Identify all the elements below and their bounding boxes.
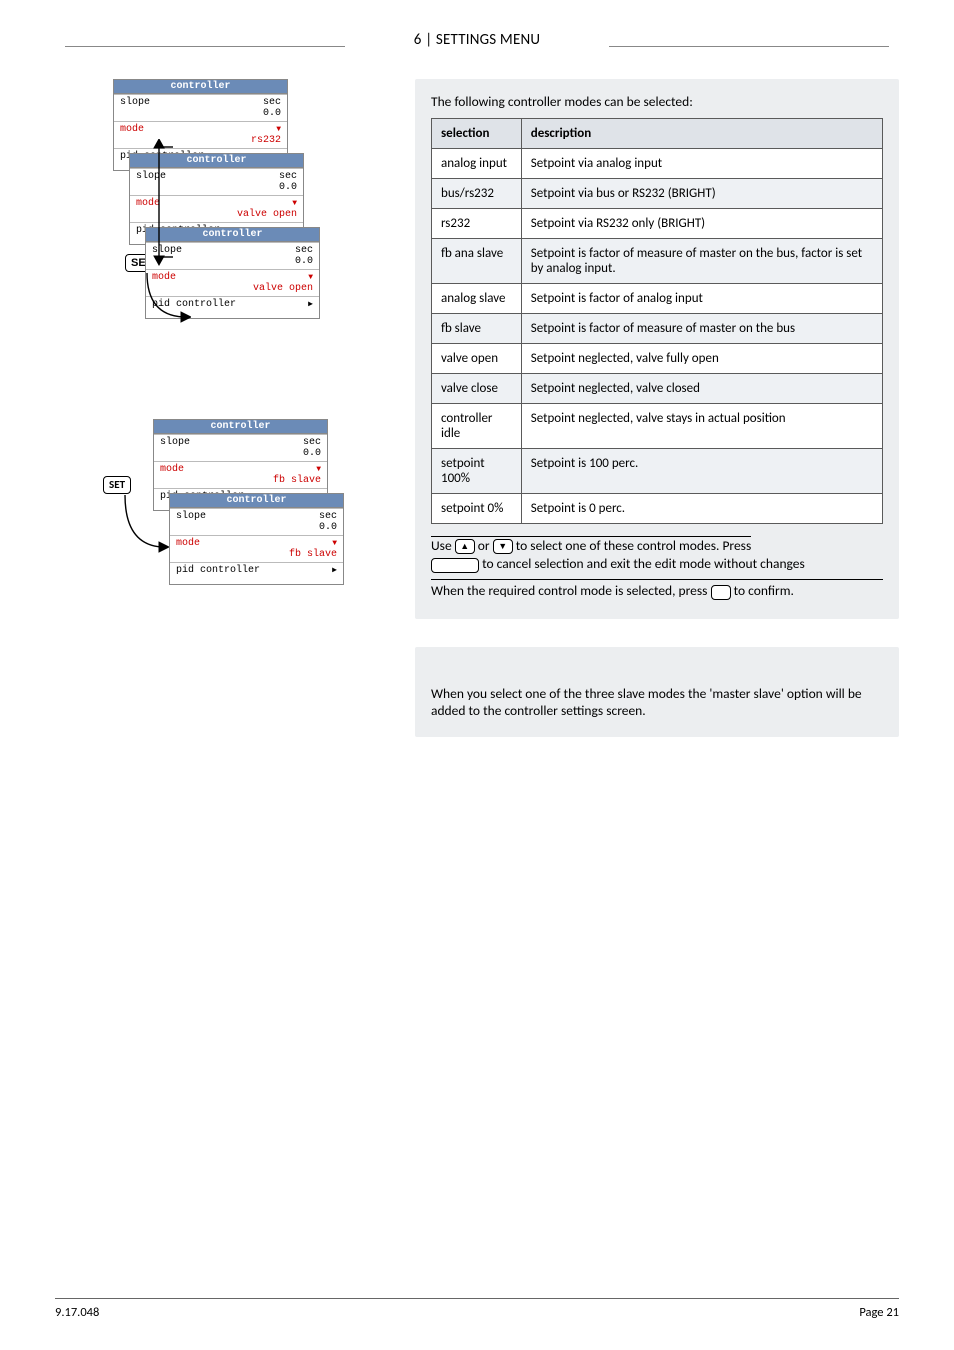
modes-explanation-block: The following controller modes can be se… xyxy=(415,79,899,619)
row-label: slope xyxy=(120,97,150,108)
row-val-bot: 0.0 xyxy=(319,522,337,533)
annotation-arrow-2 xyxy=(141,267,191,327)
cell: fb slave xyxy=(432,314,522,344)
table-header-description: description xyxy=(521,119,882,149)
cell: Setpoint is factor of measure of master … xyxy=(521,239,882,284)
cell: Setpoint via RS232 only (BRIGHT) xyxy=(521,209,882,239)
row-val: valve open xyxy=(253,283,313,294)
panel-title: controller xyxy=(114,80,287,94)
controller-panel-2b: controller slope sec0.0 mode ▼fb slave pid… xyxy=(169,493,344,585)
row-val: fb slave xyxy=(289,549,337,560)
cell: controller idle xyxy=(432,404,522,449)
dropdown-icon: ▼ xyxy=(308,273,313,282)
dropdown-icon: ▼ xyxy=(332,539,337,548)
cell: Setpoint is 100 perc. xyxy=(521,449,882,494)
chevron-right-icon: ▶ xyxy=(308,299,313,310)
down-key-icon: ▼ xyxy=(493,539,513,554)
text: to confirm. xyxy=(734,582,794,599)
row-label: slope xyxy=(160,437,190,448)
row-val-bot: 0.0 xyxy=(295,256,313,267)
cell: Setpoint is factor of analog input xyxy=(521,284,882,314)
text: Use xyxy=(431,537,455,554)
footer-page-number: Page 21 xyxy=(859,1305,899,1320)
row-val-top: sec xyxy=(263,97,281,108)
cell: Setpoint via bus or RS232 (BRIGHT) xyxy=(521,179,882,209)
text: to select one of these control modes. Pr… xyxy=(516,537,752,554)
modes-table: selection description analog inputSetpoi… xyxy=(431,118,883,524)
annotation-arrow-3 xyxy=(119,489,169,559)
cell: analog slave xyxy=(432,284,522,314)
cell: setpoint 100% xyxy=(432,449,522,494)
blank-key-icon xyxy=(431,558,479,573)
dropdown-icon: ▼ xyxy=(276,125,281,134)
row-val-bot: 0.0 xyxy=(303,448,321,459)
row-label: mode xyxy=(120,124,144,135)
cell: analog input xyxy=(432,149,522,179)
cell: Setpoint neglected, valve fully open xyxy=(521,344,882,374)
instruction-confirm: When the required control mode is select… xyxy=(431,579,883,600)
row-val: valve open xyxy=(237,209,297,220)
cell: fb ana slave xyxy=(432,239,522,284)
row-val-bot: 0.0 xyxy=(279,182,297,193)
annotation-arrow-1 xyxy=(151,139,181,269)
row-val: fb slave xyxy=(273,475,321,486)
text: to cancel selection and exit the edit mo… xyxy=(482,555,805,572)
dropdown-icon: ▼ xyxy=(316,465,321,474)
cell: bus/rs232 xyxy=(432,179,522,209)
header-rule-left xyxy=(65,46,345,47)
figure-slave-mode: SET controller slopesec0.0 mode▼fb slave… xyxy=(105,419,395,619)
row-val-bot: 0.0 xyxy=(263,108,281,119)
cell: Setpoint neglected, valve closed xyxy=(521,374,882,404)
cell: valve open xyxy=(432,344,522,374)
row-label: mode xyxy=(176,538,200,549)
chevron-right-icon: ▶ xyxy=(332,565,337,576)
panel-title: controller xyxy=(170,494,343,508)
up-key-icon: ▲ xyxy=(455,539,475,554)
row-val-top: sec xyxy=(279,171,297,182)
cell: setpoint 0% xyxy=(432,494,522,524)
slave-mode-note-block: When you select one of the three slave m… xyxy=(415,647,899,737)
text: or xyxy=(478,537,493,554)
row-label: slope xyxy=(176,511,206,522)
row-label: mode xyxy=(160,464,184,475)
row-val-top: sec xyxy=(295,245,313,256)
footer-doc-id: 9.17.048 xyxy=(55,1305,99,1320)
text: When the required control mode is select… xyxy=(431,582,711,599)
row-val-top: sec xyxy=(319,511,337,522)
row-label: pid controller xyxy=(176,565,260,576)
page-header: 6 | SETTINGS MENU xyxy=(414,31,540,49)
cell: Setpoint is factor of measure of master … xyxy=(521,314,882,344)
cell: Setpoint neglected, valve stays in actua… xyxy=(521,404,882,449)
row-val: rs232 xyxy=(251,135,281,146)
dropdown-icon: ▼ xyxy=(292,199,297,208)
blank-key-icon xyxy=(711,585,731,600)
cell: rs232 xyxy=(432,209,522,239)
panel-title: controller xyxy=(154,420,327,434)
header-rule-right xyxy=(609,46,889,47)
cell: Setpoint via analog input xyxy=(521,149,882,179)
modes-intro: The following controller modes can be se… xyxy=(431,93,883,110)
slave-mode-note: When you select one of the three slave m… xyxy=(431,685,883,719)
row-val-top: sec xyxy=(303,437,321,448)
instruction-select-mode: Use ▲ or ▼ to select one of these contro… xyxy=(431,536,883,573)
figure-controller-modes: 5x ▼ SET xyxy=(55,79,395,369)
table-header-selection: selection xyxy=(432,119,522,149)
cell: valve close xyxy=(432,374,522,404)
cell: Setpoint is 0 perc. xyxy=(521,494,882,524)
